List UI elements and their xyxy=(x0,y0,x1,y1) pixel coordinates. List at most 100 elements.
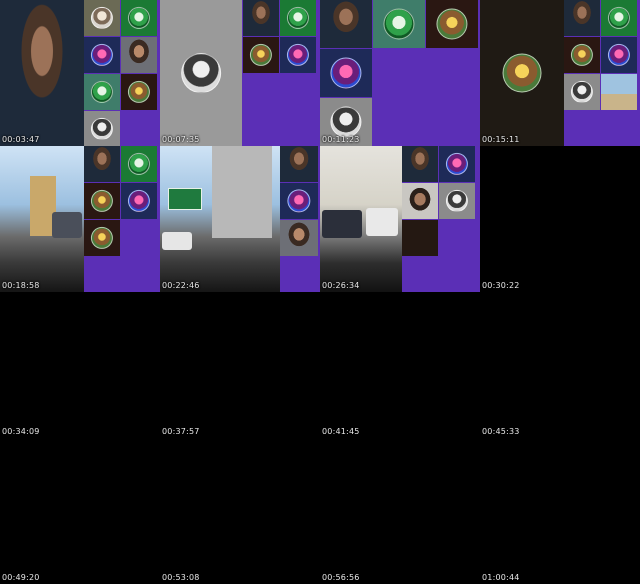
vehicle xyxy=(162,232,192,250)
participant-tile xyxy=(402,183,438,219)
thumbnail-2[interactable]: 00:07:35 xyxy=(160,0,320,146)
avatar xyxy=(607,6,631,30)
vehicle xyxy=(322,210,362,238)
timestamp: 00:03:47 xyxy=(2,135,40,144)
participant-tile xyxy=(121,183,157,219)
main-video-tile xyxy=(480,0,564,146)
participant-tile xyxy=(121,146,157,182)
thumbnail-15[interactable]: 00:56:56 xyxy=(320,438,480,584)
timestamp: 00:34:09 xyxy=(2,427,40,436)
participant-tile xyxy=(121,37,157,73)
timestamp: 01:00:44 xyxy=(482,573,520,582)
participant-tile xyxy=(402,146,438,182)
thumbnail-10[interactable]: 00:37:57 xyxy=(160,292,320,438)
timestamp: 00:41:45 xyxy=(322,427,360,436)
avatar xyxy=(90,6,114,30)
main-video-tile xyxy=(160,0,242,146)
avatar xyxy=(287,189,311,213)
participant-tile xyxy=(84,111,120,146)
participant-tile xyxy=(84,146,120,182)
avatar xyxy=(330,106,362,138)
participant-tile xyxy=(373,0,425,48)
participant-tile xyxy=(601,74,637,110)
avatar xyxy=(249,43,273,67)
participant-tile xyxy=(280,146,318,182)
thumbnail-1[interactable]: 00:03:47 xyxy=(0,0,160,146)
avatar xyxy=(90,189,114,213)
avatar xyxy=(436,8,468,40)
thumbnail-14[interactable]: 00:53:08 xyxy=(160,438,320,584)
thumbnail-6[interactable]: 00:22:46 xyxy=(160,146,320,292)
thumbnail-4[interactable]: 00:15:11 xyxy=(480,0,640,146)
participant-tile xyxy=(84,37,120,73)
avatar xyxy=(127,6,151,30)
participant-tile xyxy=(243,37,279,73)
participant-tile xyxy=(84,183,120,219)
avatar xyxy=(607,43,631,67)
participant-tile xyxy=(280,37,316,73)
avatar xyxy=(502,53,542,93)
avatar xyxy=(445,152,469,176)
thumbnail-13[interactable]: 00:49:20 xyxy=(0,438,160,584)
avatar xyxy=(90,226,114,250)
contact-sheet: 00:03:47 00:07:35 00:11:23 00:15:11 00:1… xyxy=(0,0,640,584)
thumbnail-3[interactable]: 00:11:23 xyxy=(320,0,480,146)
thumbnail-5[interactable]: 00:18:58 xyxy=(0,146,160,292)
participant-tile xyxy=(426,0,478,48)
timestamp: 00:26:34 xyxy=(322,281,360,290)
participant-tile xyxy=(243,0,279,36)
participant-tile xyxy=(280,220,318,256)
timestamp: 00:30:22 xyxy=(482,281,520,290)
thumbnail-11[interactable]: 00:41:45 xyxy=(320,292,480,438)
avatar xyxy=(127,152,151,176)
thumbnail-9[interactable]: 00:34:09 xyxy=(0,292,160,438)
timestamp: 00:45:33 xyxy=(482,427,520,436)
participant-tile xyxy=(280,0,316,36)
road-sign xyxy=(168,188,202,210)
avatar xyxy=(286,6,310,30)
participant-tile xyxy=(84,0,120,36)
building xyxy=(212,146,272,238)
participant-tile xyxy=(320,49,372,97)
avatar xyxy=(570,80,594,104)
timestamp: 00:18:58 xyxy=(2,281,40,290)
participant-tile xyxy=(280,183,318,219)
participant-tile xyxy=(84,220,120,256)
main-video-tile xyxy=(160,146,280,292)
avatar xyxy=(90,80,114,104)
timestamp: 00:11:23 xyxy=(322,135,360,144)
participant-tile xyxy=(439,146,475,182)
main-video-tile xyxy=(320,146,402,292)
timestamp: 00:56:56 xyxy=(322,573,360,582)
participant-tile xyxy=(439,183,475,219)
avatar xyxy=(383,8,415,40)
participant-tile xyxy=(84,74,120,110)
avatar xyxy=(570,43,594,67)
participant-tile xyxy=(320,0,372,48)
timestamp: 00:49:20 xyxy=(2,573,40,582)
avatar xyxy=(330,57,362,89)
timestamp: 00:22:46 xyxy=(162,281,200,290)
avatar xyxy=(90,43,114,67)
thumbnail-7[interactable]: 00:26:34 xyxy=(320,146,480,292)
participant-tile xyxy=(121,0,157,36)
participant-tile xyxy=(564,0,600,36)
timestamp: 00:15:11 xyxy=(482,135,520,144)
avatar xyxy=(181,53,221,93)
avatar xyxy=(286,43,310,67)
avatar xyxy=(127,189,151,213)
avatar xyxy=(127,80,151,104)
main-video-tile xyxy=(0,146,84,292)
main-video-tile xyxy=(0,0,84,146)
avatar xyxy=(445,189,469,213)
participant-tile xyxy=(564,74,600,110)
avatar xyxy=(90,117,114,140)
timestamp: 00:53:08 xyxy=(162,573,200,582)
timestamp: 00:37:57 xyxy=(162,427,200,436)
thumbnail-8[interactable]: 00:30:22 xyxy=(480,146,640,292)
participant-tile xyxy=(601,0,637,36)
thumbnail-12[interactable]: 00:45:33 xyxy=(480,292,640,438)
vehicle xyxy=(52,212,82,238)
thumbnail-16[interactable]: 01:00:44 xyxy=(480,438,640,584)
participant-tile xyxy=(564,37,600,73)
